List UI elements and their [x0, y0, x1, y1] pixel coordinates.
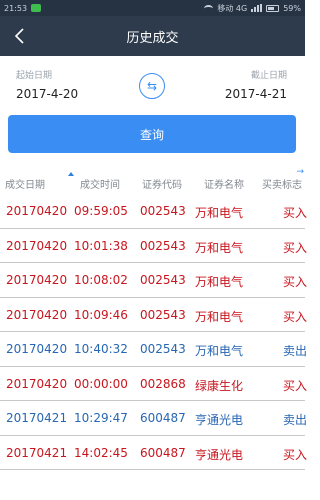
page-title: 历史成交	[126, 30, 179, 46]
cell-time: 10:09:46	[74, 307, 128, 322]
battery-percent: 59%	[283, 3, 301, 13]
cell-date: 20170420	[6, 307, 68, 322]
wifi-icon	[204, 4, 214, 12]
cell-name: 万和电气	[195, 206, 244, 220]
cell-time: 10:40:32	[74, 342, 128, 356]
sort-indicator-icon	[68, 172, 74, 176]
cell-code: 002543	[140, 204, 186, 218]
cell-code: 600487	[140, 445, 186, 460]
cell-time: 10:29:47	[74, 411, 128, 425]
start-date-label: 起始日期	[16, 71, 53, 81]
cell-code: 002543	[140, 238, 186, 253]
scroll-right-arrow-icon: →	[296, 167, 304, 177]
cell-code: 002543	[140, 307, 186, 322]
table-row[interactable]: 20170420 10:40:32 002543 万和电气 卖出	[0, 332, 308, 367]
header-security-code[interactable]: 证券代码	[142, 176, 182, 191]
swap-dates-button[interactable]: ⇆	[139, 73, 165, 99]
cell-date: 20170421	[6, 411, 68, 425]
header-security-name[interactable]: 证券名称	[204, 176, 244, 191]
trade-list: 20170420 09:59:05 002543 万和电气 买入 2017042…	[0, 194, 308, 470]
table-header: 成交日期 成交时间 证券代码 证券名称 买卖标志 →	[0, 167, 305, 192]
cell-name: 亨通光电	[195, 413, 244, 427]
cell-name: 亨通光电	[195, 447, 244, 462]
table-row[interactable]: 20170421 14:02:45 600487 亨通光电 买入	[0, 436, 308, 470]
table-row[interactable]: 20170420 00:00:00 002868 绿康生化 买入	[0, 367, 308, 401]
cell-time: 10:01:38	[74, 238, 128, 253]
cell-side: 买入	[283, 206, 308, 220]
cell-date: 20170420	[6, 376, 68, 391]
cell-side: 买入	[283, 275, 308, 289]
end-date-picker[interactable]: 截止日期 2017-4-21	[225, 68, 287, 101]
header-trade-time[interactable]: 成交时间	[80, 176, 120, 191]
wechat-notification-icon	[31, 4, 42, 12]
network-label: 移动 4G	[217, 3, 248, 13]
cell-code: 600487	[140, 411, 186, 425]
cell-name: 万和电气	[195, 275, 244, 289]
chevron-left-icon	[14, 28, 24, 44]
end-date-value: 2017-4-21	[224, 87, 287, 101]
cell-code: 002868	[140, 376, 186, 391]
cell-time: 10:08:02	[74, 273, 128, 287]
header-trade-date[interactable]: 成交日期	[5, 176, 45, 191]
cell-time: 00:00:00	[74, 376, 128, 391]
query-button[interactable]: 查询	[8, 115, 296, 153]
cell-code: 002543	[140, 273, 186, 287]
cell-date: 20170420	[6, 342, 68, 356]
table-row[interactable]: 20170420 09:59:05 002543 万和电气 买入	[0, 194, 308, 229]
cell-date: 20170420	[6, 204, 68, 218]
cell-side: 买入	[283, 447, 308, 462]
cell-side: 买入	[283, 240, 308, 255]
battery-icon	[266, 4, 280, 12]
end-date-label: 截止日期	[250, 71, 287, 81]
table-row[interactable]: 20170420 10:01:38 002543 万和电气 买入	[0, 229, 308, 263]
cell-name: 万和电气	[195, 344, 244, 358]
start-date-value: 2017-4-20	[16, 87, 79, 101]
cell-time: 09:59:05	[74, 204, 128, 218]
table-row[interactable]: 20170421 10:29:47 600487 亨通光电 卖出	[0, 401, 308, 436]
cell-side: 买入	[283, 378, 308, 393]
swap-icon: ⇆	[146, 79, 158, 93]
cell-code: 002543	[140, 342, 186, 356]
cell-side: 买入	[283, 309, 308, 324]
cell-name: 万和电气	[195, 240, 244, 255]
nav-bar: 历史成交	[0, 16, 305, 56]
cell-name: 万和电气	[195, 309, 244, 324]
table-row[interactable]: 20170420 10:08:02 002543 万和电气 买入	[0, 263, 308, 298]
cell-side: 卖出	[283, 344, 308, 358]
cell-name: 绿康生化	[195, 378, 244, 393]
table-row[interactable]: 20170420 10:09:46 002543 万和电气 买入	[0, 298, 308, 332]
back-button[interactable]	[8, 24, 32, 48]
header-trade-side[interactable]: 买卖标志	[262, 176, 302, 191]
signal-icon	[251, 4, 263, 12]
status-time: 21:53	[4, 3, 28, 13]
cell-date: 20170420	[6, 238, 68, 253]
status-bar: 21:53 移动 4G 59%	[0, 0, 305, 16]
cell-side: 卖出	[283, 413, 308, 427]
cell-date: 20170420	[6, 273, 68, 287]
start-date-picker[interactable]: 起始日期 2017-4-20	[16, 68, 78, 101]
cell-date: 20170421	[6, 445, 68, 460]
cell-time: 14:02:45	[74, 445, 128, 460]
